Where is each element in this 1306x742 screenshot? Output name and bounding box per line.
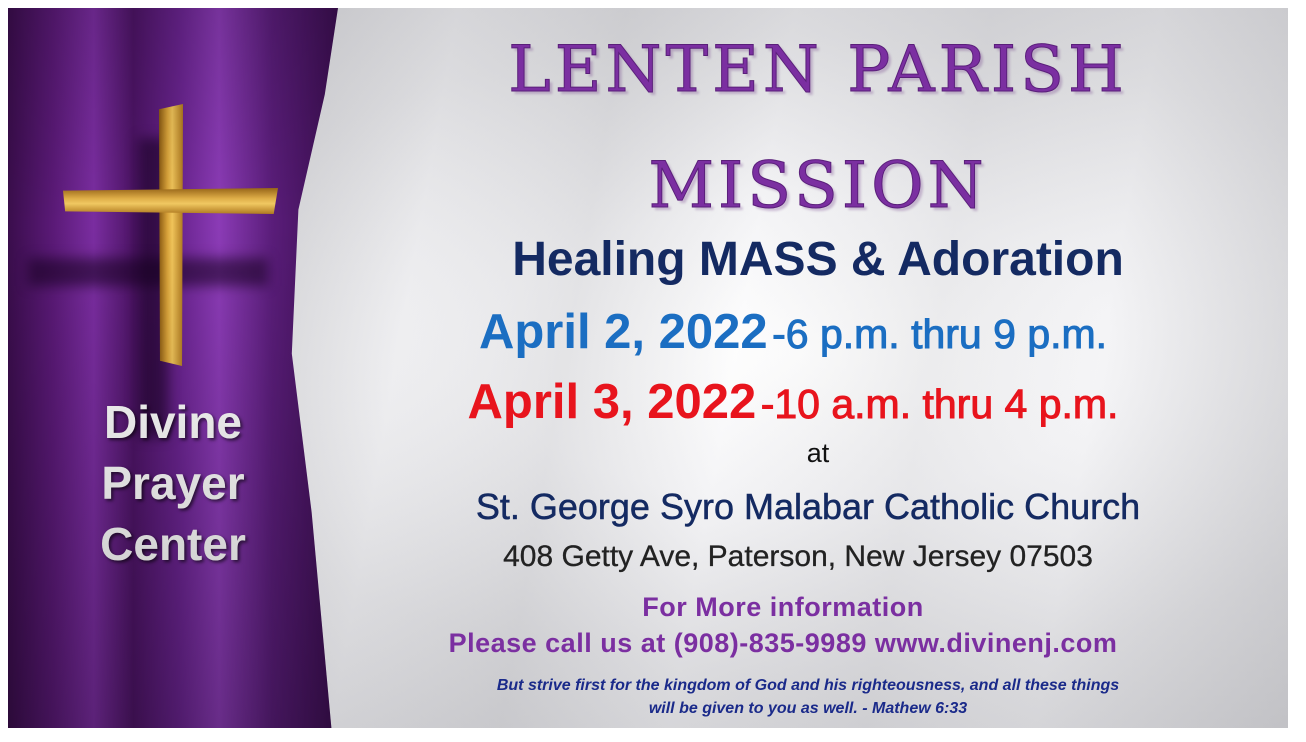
cross-shadow [28, 138, 268, 438]
banner: Divine Prayer Center LENTEN PARISH MISSI… [8, 8, 1288, 728]
event-title-line2: MISSION [648, 149, 988, 224]
info-heading: For More information [642, 592, 924, 622]
quote-line: But strive first for the kingdom of God … [496, 677, 1120, 694]
org-name-line: Center [100, 518, 246, 570]
event-date-1: April 2, 2022 -6 p.m. thru 9 p.m. [298, 302, 1288, 374]
time-text: -10 a.m. thru 4 p.m. [760, 381, 1119, 428]
org-name-line: Prayer [101, 457, 245, 509]
scripture-quote: But strive first for the kingdom of God … [338, 674, 1278, 720]
event-subtitle: Healing MASS & Adoration [512, 233, 1124, 286]
event-date-2: April 3, 2022 -10 a.m. thru 4 p.m. [298, 372, 1288, 444]
date-text: April 3, 2022 [467, 375, 757, 429]
purple-drape: Divine Prayer Center [8, 8, 338, 728]
time-text: -6 p.m. thru 9 p.m. [772, 311, 1108, 358]
event-title-line1: LENTEN PARISH [508, 33, 1128, 108]
church-name: St. George Syro Malabar Catholic Church [475, 486, 1141, 528]
date-text: April 2, 2022 [478, 305, 768, 359]
quote-line: will be given to you as well. - Mathew 6… [648, 700, 968, 717]
contact-line: Please call us at (908)-835-9989 www.div… [448, 628, 1118, 658]
church-address: 408 Getty Ave, Paterson, New Jersey 0750… [503, 540, 1093, 573]
cross-icon [63, 104, 278, 366]
at-label: at [806, 438, 830, 468]
org-name: Divine Prayer Center [8, 392, 338, 575]
org-name-line: Divine [103, 396, 243, 448]
